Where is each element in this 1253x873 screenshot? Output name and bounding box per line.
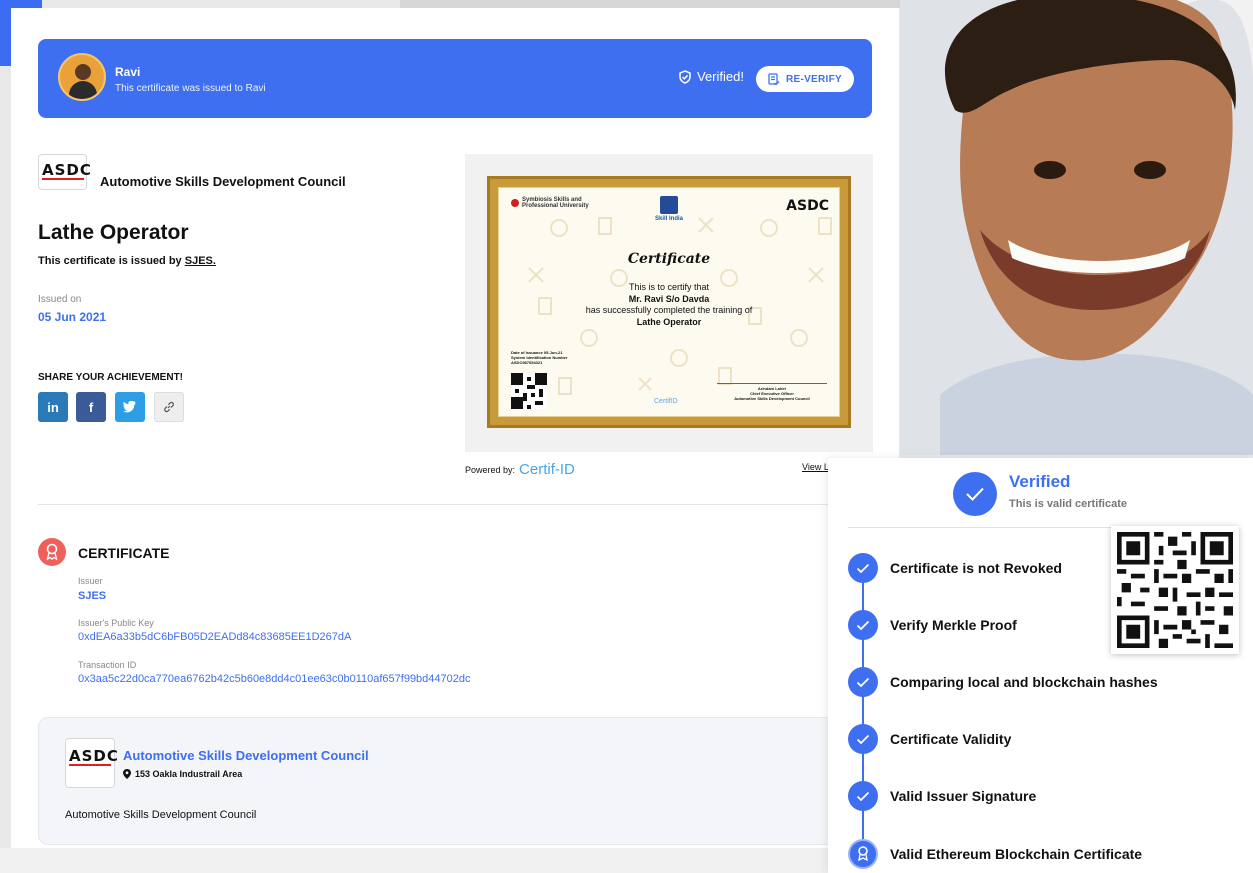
reverify-label: RE-VERIFY: [785, 73, 843, 85]
meta-sid: ASDC987654321: [511, 360, 543, 365]
certificate-preview[interactable]: Symbiosis Skills and Professional Univer…: [465, 154, 873, 452]
step-check-icon: [848, 553, 878, 583]
share-twitter-button[interactable]: [115, 392, 145, 422]
location-pin-icon: [123, 769, 131, 779]
issuer-card-description: Automotive Skills Development Council: [65, 809, 257, 821]
transaction-value[interactable]: 0x3aa5c22d0ca770ea6762b42c5b60e8dd4c01ee…: [78, 673, 471, 685]
shield-check-icon: [679, 69, 691, 84]
reverify-button[interactable]: RE-VERIFY: [756, 66, 854, 92]
qr-code-icon: [1117, 532, 1233, 648]
certify-line: This is to certify that: [628, 282, 710, 292]
verification-qr-code: [1111, 526, 1239, 654]
step-label: Valid Issuer Signature: [890, 788, 1037, 804]
ethereum-badge-icon: [848, 839, 878, 869]
issued-by-link[interactable]: SJES.: [185, 255, 216, 267]
step-label: Valid Ethereum Blockchain Certificate: [890, 846, 1143, 862]
asdc-logo-small: ASDC: [786, 198, 829, 214]
person-photo: [900, 0, 1253, 455]
course-title: Lathe Operator: [38, 221, 189, 244]
view-link[interactable]: View L: [802, 462, 829, 472]
verified-status: Verified!: [678, 69, 744, 84]
skill-india-logo: Skill India: [649, 196, 689, 222]
avatar: [58, 53, 106, 101]
issued-by-text: This certificate is issued by SJES.: [38, 255, 216, 267]
issuer-card-logo: ASDC: [65, 738, 118, 788]
issuer-label: Issuer: [78, 576, 103, 586]
powered-by-label: Powered by:: [465, 464, 516, 475]
certificate-qr-code: [511, 373, 547, 409]
issuer-card-logo-mark: ASDC: [69, 747, 119, 765]
recipient-banner: Ravi This certificate was issued to Ravi…: [38, 39, 872, 118]
share-label: SHARE YOUR ACHIEVEMENT!: [38, 372, 184, 383]
issuer-card: ASDC Automotive Skills Development Counc…: [38, 717, 872, 845]
issuer-logo: ASDC: [38, 154, 91, 190]
powered-by: Powered by: Certif-ID: [465, 461, 575, 478]
step-merkle-proof: Verify Merkle Proof: [848, 610, 1017, 640]
share-facebook-button[interactable]: f: [76, 392, 106, 422]
issuer-org-name: Automotive Skills Development Council: [100, 174, 346, 189]
certificate-page: Ravi This certificate was issued to Ravi…: [11, 8, 899, 848]
issued-to-text: This certificate was issued to Ravi: [115, 83, 266, 94]
certificate-section-heading: CERTIFICATE: [78, 545, 170, 561]
university-name: Symbiosis Skills and Professional Univer…: [522, 197, 589, 209]
signer-org: Automotive Skills Development Council: [734, 396, 810, 401]
share-linkedin-button[interactable]: in: [38, 392, 68, 422]
step-check-icon: [848, 610, 878, 640]
completed-line: has successfully completed the training …: [585, 305, 753, 315]
verified-check-icon: [953, 472, 997, 516]
step-issuer-signature: Valid Issuer Signature: [848, 781, 1036, 811]
twitter-icon: [123, 401, 136, 413]
issuer-card-address-text: 153 Oakla Industrail Area: [135, 769, 243, 779]
issuer-value[interactable]: SJES: [78, 590, 106, 602]
certificate-recipient: Mr. Ravi S/o Davda: [628, 294, 710, 304]
issued-on-label: Issued on: [38, 294, 82, 305]
step-ethereum-certificate: Valid Ethereum Blockchain Certificate: [848, 839, 1142, 869]
facebook-icon: f: [88, 399, 94, 415]
recipient-name: Ravi: [115, 65, 141, 79]
verification-panel: Verified This is valid certificate Certi…: [828, 458, 1253, 873]
verified-subtitle: This is valid certificate: [1009, 498, 1127, 510]
issuer-card-name[interactable]: Automotive Skills Development Council: [123, 748, 369, 763]
step-label: Certificate Validity: [890, 731, 1012, 747]
link-icon: [164, 401, 174, 413]
issuer-card-address: 153 Oakla Industrail Area: [123, 769, 242, 779]
document-check-icon: [768, 72, 780, 85]
verified-label: Verified!: [697, 69, 744, 84]
skill-india-label: Skill India: [654, 216, 683, 222]
issued-on-date: 05 Jun 2021: [38, 310, 107, 324]
step-check-icon: [848, 724, 878, 754]
step-validity: Certificate Validity: [848, 724, 1011, 754]
certif-id-logo: Certif-ID: [519, 461, 575, 478]
transaction-label: Transaction ID: [78, 660, 137, 670]
linkedin-icon: in: [47, 399, 59, 415]
certificate-heading: Certificate: [627, 251, 711, 267]
step-label: Verify Merkle Proof: [890, 617, 1017, 633]
step-check-icon: [848, 667, 878, 697]
step-compare-hashes: Comparing local and blockchain hashes: [848, 667, 1158, 697]
issued-by-prefix: This certificate is issued by: [38, 255, 182, 267]
issuer-logo-mark: ASDC: [42, 161, 92, 179]
signature-block: Arindam Lahiri Chief Executive Officer A…: [717, 370, 827, 401]
university-logo: Symbiosis Skills and Professional Univer…: [511, 197, 592, 209]
step-not-revoked: Certificate is not Revoked: [848, 553, 1062, 583]
background-strip: [400, 0, 920, 8]
step-label: Comparing local and blockchain hashes: [890, 674, 1158, 690]
certificate-course: Lathe Operator: [636, 317, 702, 327]
verified-title: Verified: [1009, 472, 1071, 491]
step-check-icon: [848, 781, 878, 811]
certificate-meta: Date of Issuance 05-Jun-21 System Identi…: [511, 350, 567, 365]
public-key-value[interactable]: 0xdEA6a33b5dC6bFB05D2EADd84c83685EE1D267…: [78, 631, 351, 643]
certificate-brand: CertifID: [654, 398, 678, 405]
public-key-label: Issuer's Public Key: [78, 618, 154, 628]
award-icon: [38, 538, 66, 566]
step-label: Certificate is not Revoked: [890, 560, 1062, 576]
copy-link-button[interactable]: [154, 392, 184, 422]
section-divider: [38, 504, 872, 505]
